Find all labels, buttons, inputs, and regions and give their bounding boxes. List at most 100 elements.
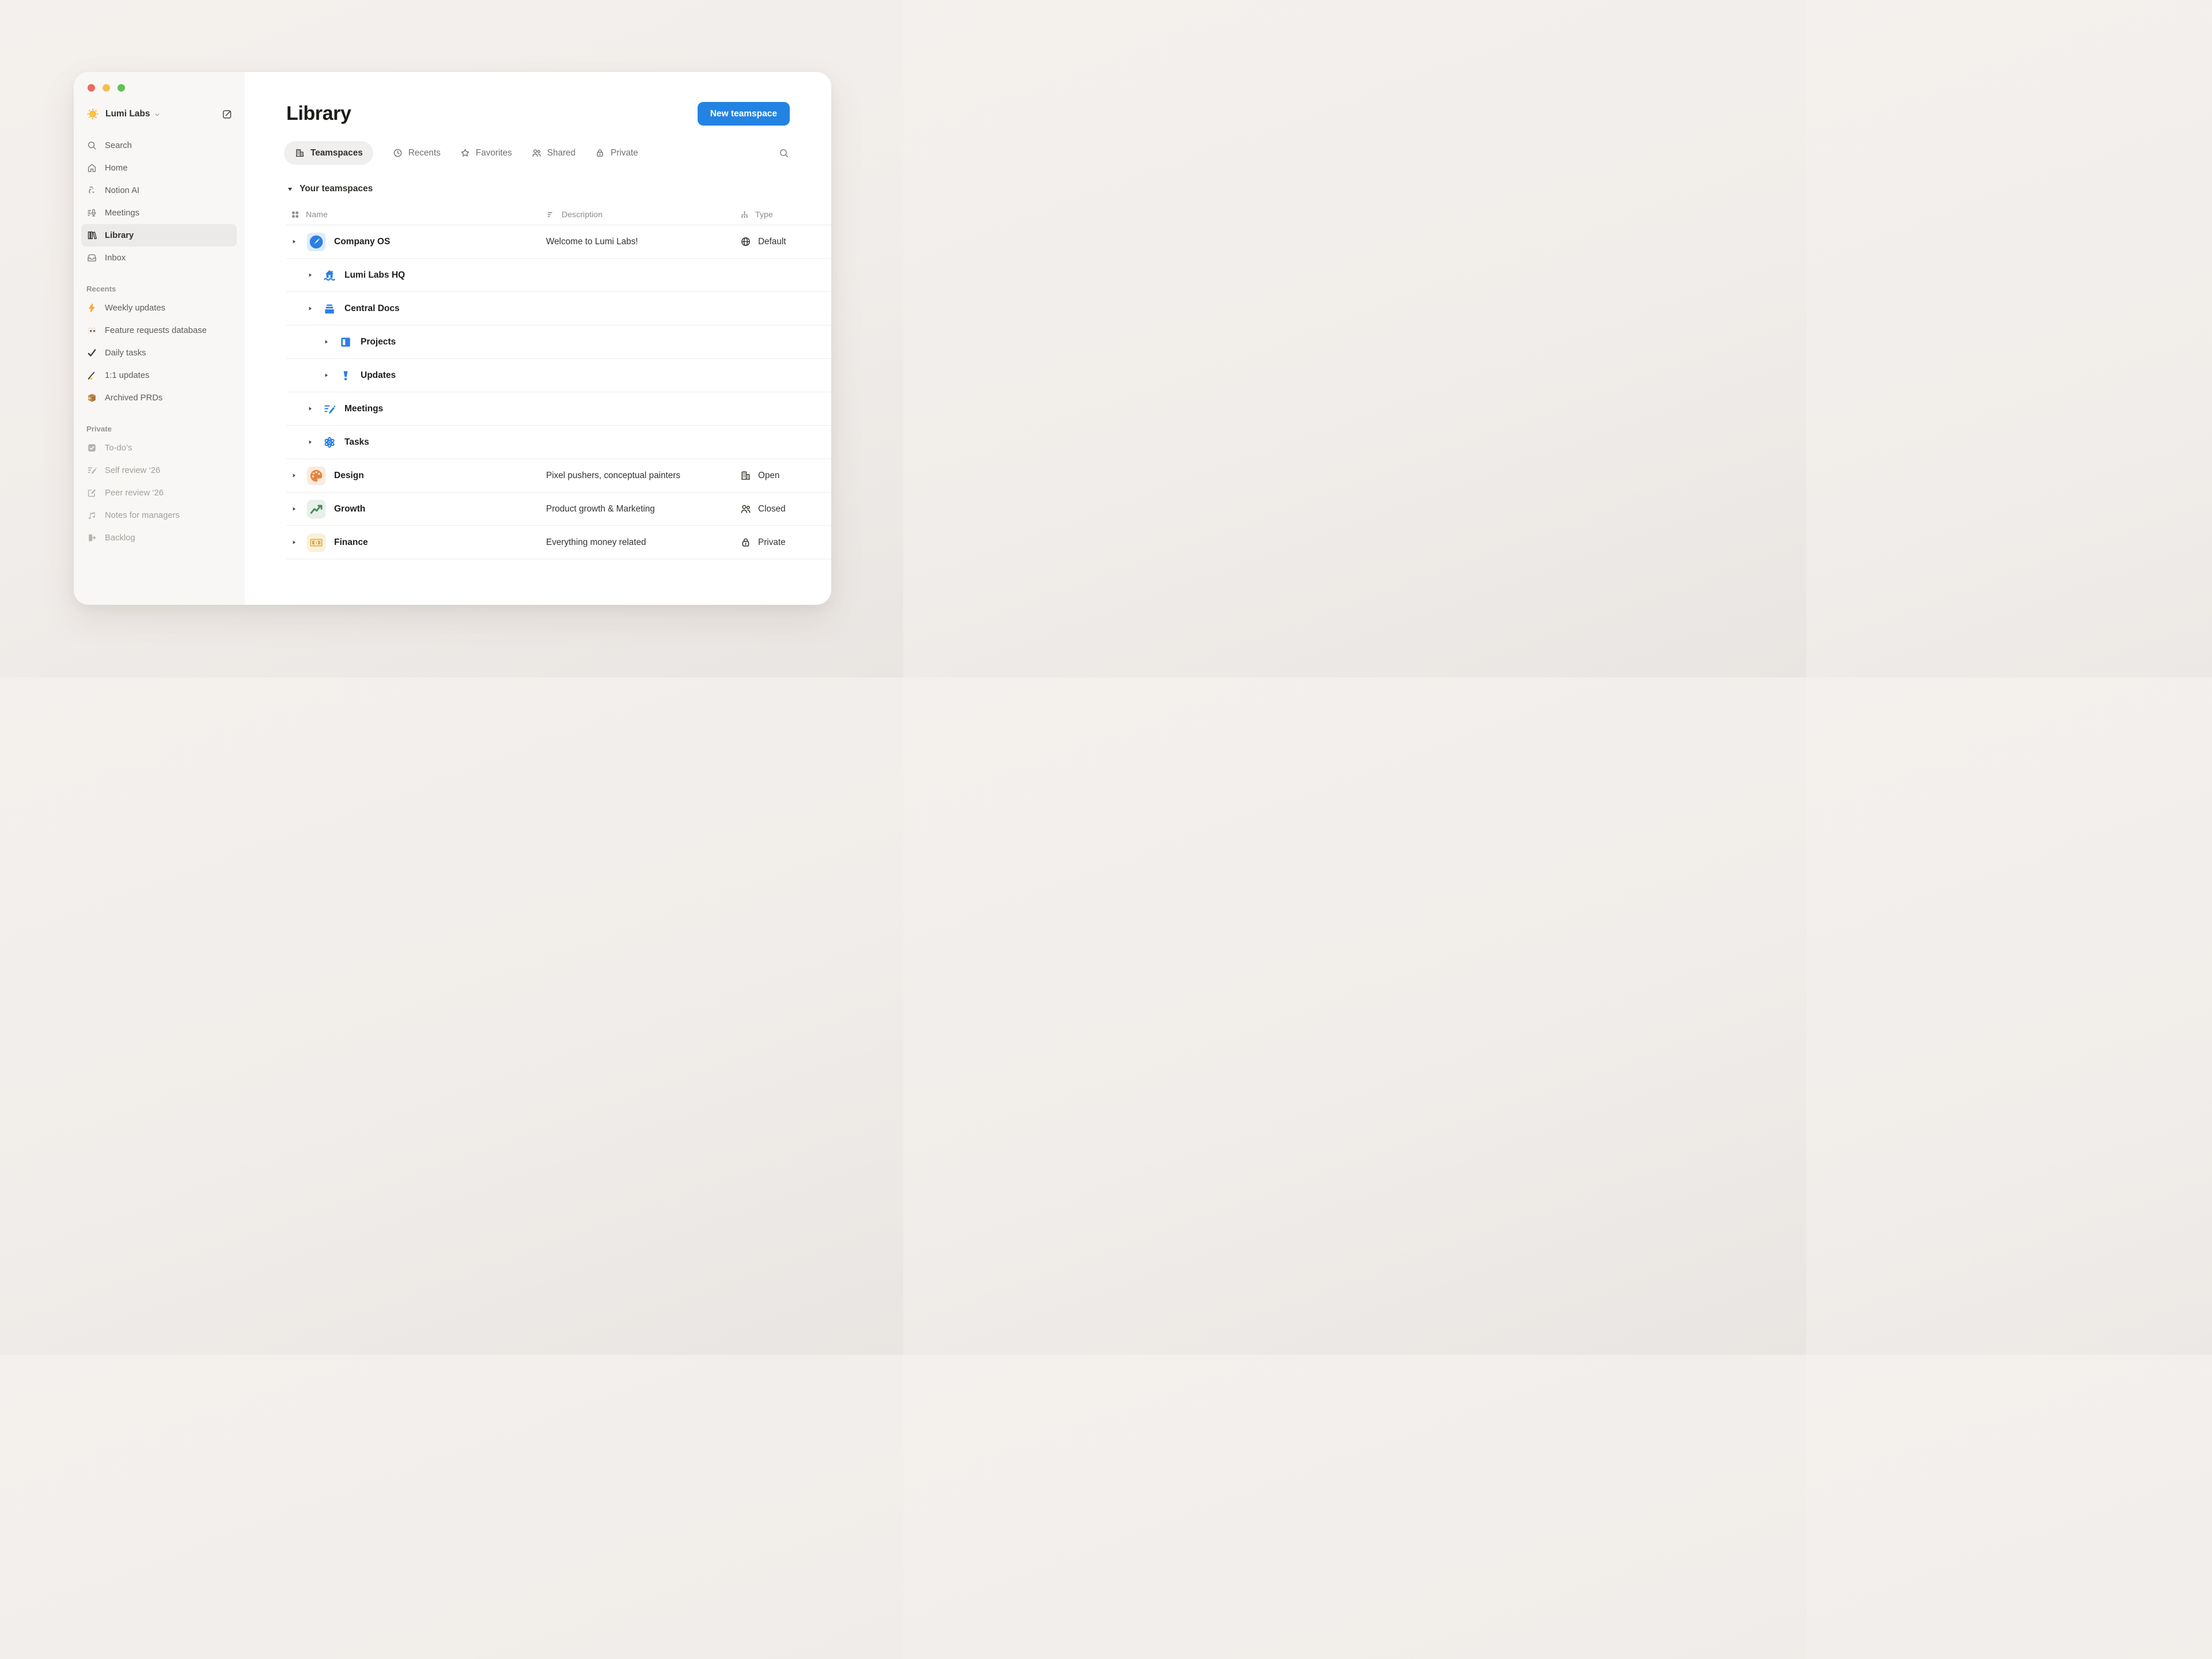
eyes-emoji: [86, 325, 97, 336]
teamspace-description: Pixel pushers, conceptual painters: [542, 471, 736, 481]
column-header-name[interactable]: Name: [286, 210, 542, 219]
section-label: Your teamspaces: [300, 184, 373, 194]
caret-right-icon[interactable]: [291, 539, 297, 546]
triangle-down-icon: [286, 185, 294, 193]
sidebar-section: Private To-do’s Self review ‘26 Peer rev…: [86, 425, 233, 549]
sidebar-item-archived-prds[interactable]: Archived PRDs: [81, 387, 237, 409]
sidebar-item-label: Self review ‘26: [105, 466, 160, 475]
caret-right-icon[interactable]: [307, 305, 313, 312]
table-row[interactable]: Company OS Welcome to Lumi Labs! Default: [286, 225, 831, 259]
type-label: Private: [758, 537, 786, 548]
sidebar-item-label: Archived PRDs: [105, 393, 162, 403]
sidebar-item-inbox[interactable]: Inbox: [81, 247, 237, 269]
sidebar-item-daily-tasks[interactable]: Daily tasks: [81, 342, 237, 364]
new-teamspace-button[interactable]: New teamspace: [698, 102, 790, 126]
board-blue: [339, 335, 353, 349]
sidebar-item-backlog[interactable]: Backlog: [81, 527, 237, 549]
caret-right-icon[interactable]: [291, 506, 297, 512]
tab-recents[interactable]: Recents: [392, 141, 441, 165]
tab-favorites[interactable]: Favorites: [460, 141, 512, 165]
teamspace-type: Open: [736, 469, 831, 482]
tabs-row: Teamspaces Recents Favorites Shared Priv…: [286, 141, 831, 165]
door-exit-icon: [86, 532, 97, 543]
sidebar-item-peer-review-26[interactable]: Peer review ‘26: [81, 482, 237, 504]
sidebar-item-self-review-26[interactable]: Self review ‘26: [81, 459, 237, 482]
teamspace-type: Closed: [736, 503, 831, 515]
people-icon: [531, 147, 542, 158]
caret-right-icon[interactable]: [307, 272, 313, 278]
sidebar-item-notion-ai[interactable]: Notion AI: [81, 179, 237, 202]
teamspace-description: Welcome to Lumi Labs!: [542, 237, 736, 247]
sidebar-item-library[interactable]: Library: [81, 224, 237, 247]
tab-label: Shared: [547, 148, 575, 158]
stack-blue: [323, 302, 336, 316]
caret-right-icon[interactable]: [291, 238, 297, 245]
column-header-label: Name: [306, 210, 328, 219]
star-icon: [460, 147, 471, 158]
window-controls: [88, 84, 233, 92]
package-emoji: [86, 392, 97, 403]
table-row[interactable]: Updates: [286, 359, 831, 392]
table-body: Company OS Welcome to Lumi Labs! Default…: [286, 225, 831, 559]
table-row[interactable]: Tasks: [286, 426, 831, 459]
search-icon[interactable]: [778, 147, 790, 159]
caret-right-icon[interactable]: [307, 439, 313, 445]
sidebar-item-label: Notes for managers: [105, 511, 180, 520]
tab-private[interactable]: Private: [594, 141, 638, 165]
exclamation-blue: [339, 369, 353, 382]
sidebar-item-weekly-updates[interactable]: Weekly updates: [81, 297, 237, 319]
sidebar-item-label: Home: [105, 164, 127, 173]
tab-label: Favorites: [476, 148, 512, 158]
teamspace-type: Default: [736, 236, 831, 248]
sidebar-section-label: Private: [86, 425, 233, 433]
column-header-label: Type: [755, 210, 773, 219]
workspace-switcher[interactable]: Lumi Labs: [86, 105, 233, 123]
palette-tile: [306, 466, 326, 486]
lines-icon: [546, 210, 556, 219]
teamspace-name: Meetings: [344, 404, 383, 414]
caret-right-icon[interactable]: [307, 406, 313, 412]
table-row[interactable]: Finance Everything money related Private: [286, 526, 831, 559]
type-icon: [740, 210, 749, 219]
sidebar-item-meetings[interactable]: Meetings: [81, 202, 237, 224]
compose-icon[interactable]: [221, 108, 233, 120]
teamspace-name: Finance: [334, 537, 368, 548]
tab-label: Private: [611, 148, 638, 158]
sidebar-nav: Search Home Notion AI Meetings Library I…: [86, 134, 233, 269]
sidebar-item-home[interactable]: Home: [81, 157, 237, 179]
caret-right-icon[interactable]: [323, 339, 329, 345]
table-row[interactable]: Central Docs: [286, 292, 831, 325]
buildings-icon: [294, 147, 305, 158]
sidebar-item-1-1-updates[interactable]: 1:1 updates: [81, 364, 237, 387]
caret-right-icon[interactable]: [291, 472, 297, 479]
main-header: Library New teamspace: [286, 102, 831, 126]
table-row[interactable]: Growth Product growth & Marketing Closed: [286, 493, 831, 526]
table-row[interactable]: Meetings: [286, 392, 831, 426]
teamspaces-table: Name Description Type Company OS Welcome…: [286, 204, 831, 559]
caret-right-icon[interactable]: [323, 372, 329, 378]
music-note-icon: [86, 510, 97, 521]
column-header-type[interactable]: Type: [736, 210, 831, 219]
atom-blue: [323, 435, 336, 449]
minimize-window-button[interactable]: [103, 84, 110, 92]
your-teamspaces-toggle[interactable]: Your teamspaces: [286, 184, 831, 194]
sidebar-section: Recents Weekly updates Feature requests …: [86, 285, 233, 409]
money-tile: [306, 533, 326, 552]
table-row[interactable]: Projects: [286, 325, 831, 359]
close-window-button[interactable]: [88, 84, 95, 92]
tab-shared[interactable]: Shared: [531, 141, 575, 165]
sidebar-item-to-do-s[interactable]: To-do’s: [81, 437, 237, 459]
sidebar-item-notes-for-managers[interactable]: Notes for managers: [81, 504, 237, 527]
sidebar-item-search[interactable]: Search: [81, 134, 237, 157]
column-header-description[interactable]: Description: [542, 210, 736, 219]
table-row[interactable]: Design Pixel pushers, conceptual painter…: [286, 459, 831, 493]
teamspace-type: Private: [736, 536, 831, 548]
zoom-window-button[interactable]: [118, 84, 125, 92]
table-row[interactable]: Lumi Labs HQ: [286, 259, 831, 292]
type-label: Closed: [758, 504, 786, 514]
clock-icon: [392, 147, 403, 158]
type-label: Open: [758, 471, 779, 481]
list-pencil-icon: [86, 465, 97, 476]
tab-teamspaces[interactable]: Teamspaces: [284, 141, 373, 165]
sidebar-item-feature-requests-database[interactable]: Feature requests database: [81, 319, 237, 342]
